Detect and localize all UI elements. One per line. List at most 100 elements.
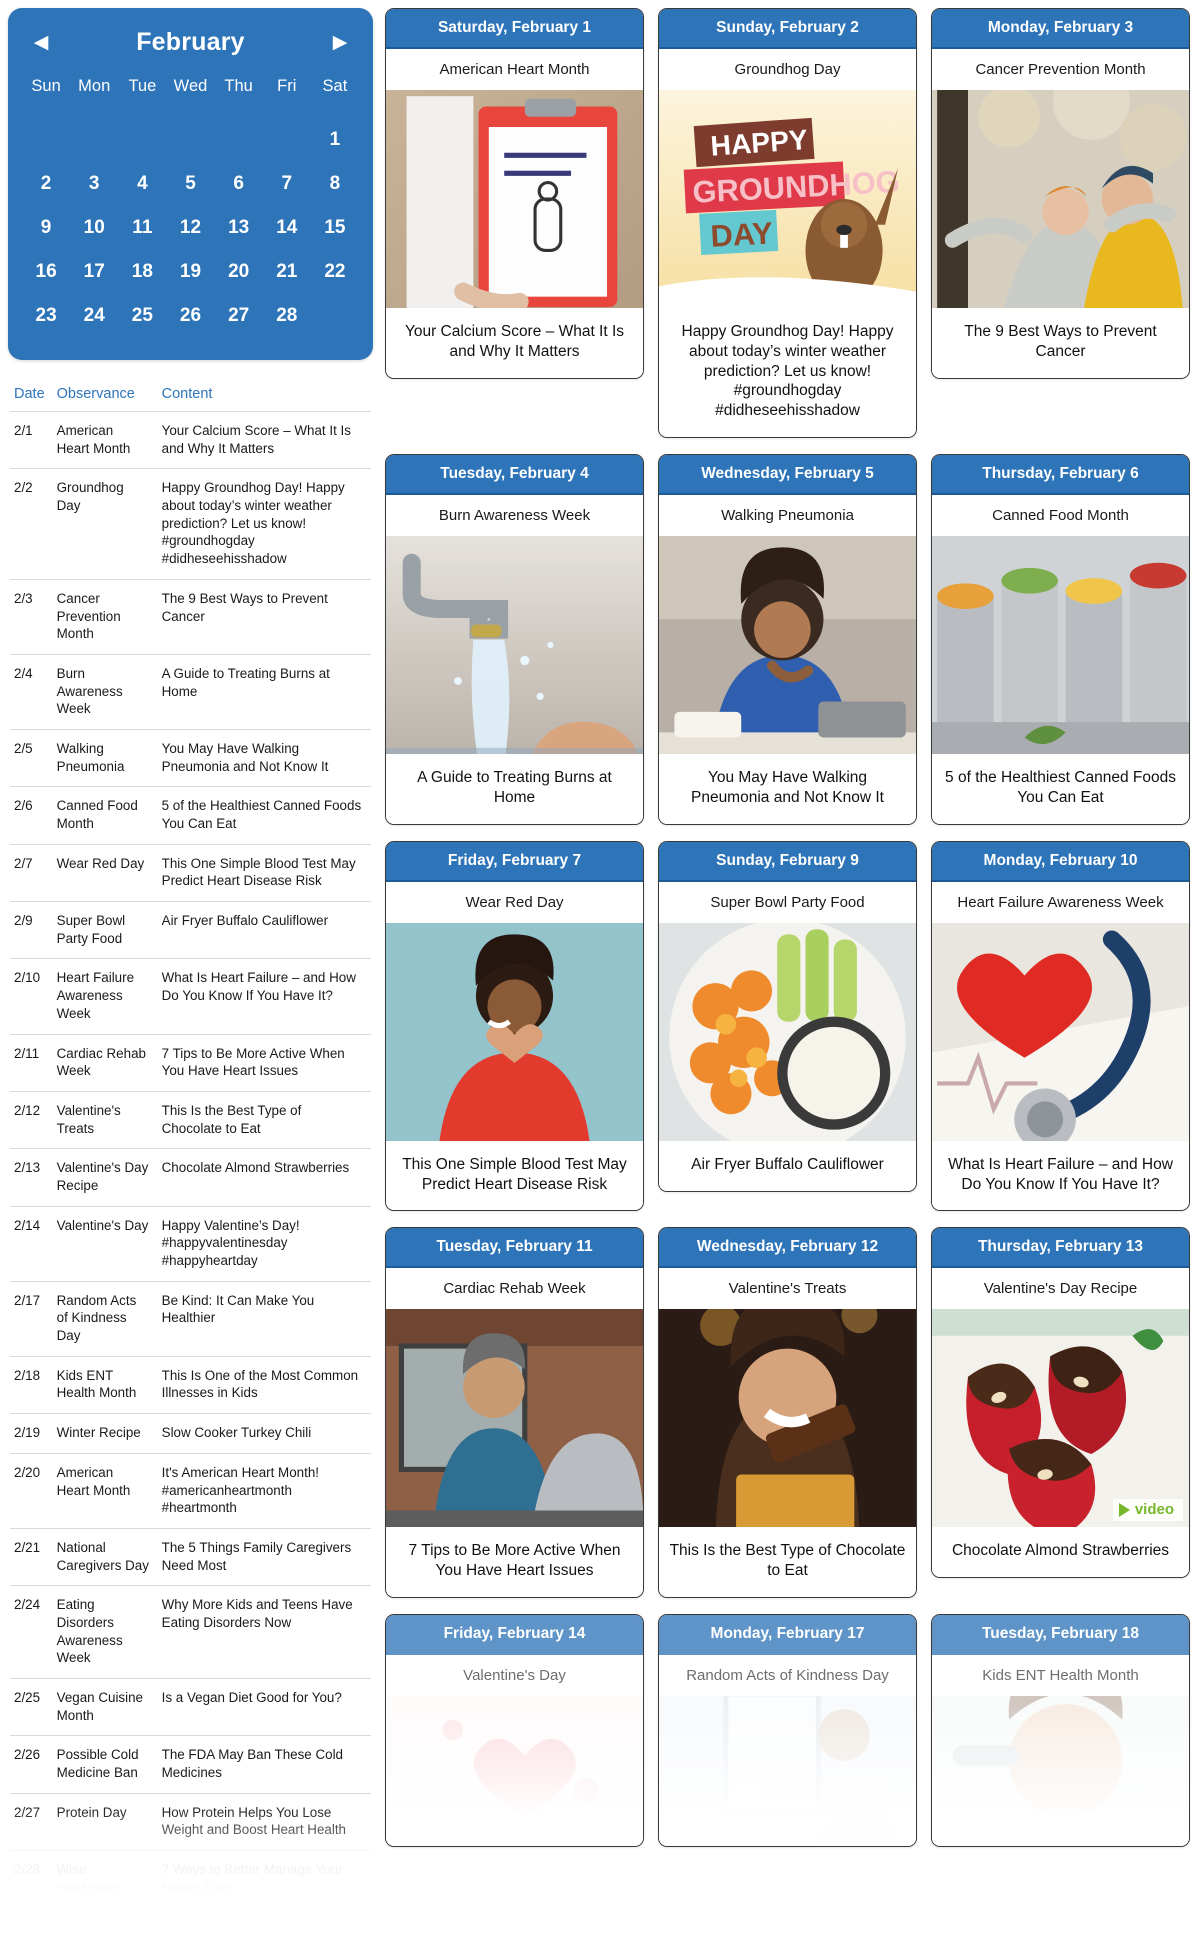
table-row[interactable]: 2/9 Super Bowl Party Food Air Fryer Buffal… bbox=[10, 901, 371, 959]
post-card[interactable]: Monday, February 3 Cancer Prevention Mont… bbox=[931, 8, 1190, 379]
calendar-day-19[interactable]: 19 bbox=[166, 250, 214, 294]
card-title: Happy Groundhog Day! Happy about today’s… bbox=[659, 308, 916, 438]
calendar-day-7[interactable]: 7 bbox=[263, 162, 311, 206]
table-row[interactable]: 2/27 Protein Day How Protein Helps You Los… bbox=[10, 1792, 371, 1851]
calendar-day-16[interactable]: 16 bbox=[22, 250, 70, 294]
table-row[interactable]: 2/17 Random Acts of Kindness Day Be Kind: … bbox=[10, 1280, 371, 1357]
card-date-header: Tuesday, February 4 bbox=[386, 455, 643, 496]
card-date-header: Friday, February 14 bbox=[386, 1615, 643, 1656]
post-card[interactable]: Friday, February 7 Wear Red Day This One S… bbox=[385, 840, 644, 1212]
table-cell-content: Your Calcium Score – What It Is and Why … bbox=[155, 410, 371, 469]
chevron-right-icon[interactable]: ▶ bbox=[329, 33, 351, 52]
table-cell-date: 2/6 bbox=[10, 786, 51, 845]
table-row[interactable]: 2/24 Eating Disorders Awareness Week Why M… bbox=[10, 1585, 371, 1679]
post-card[interactable]: Sunday, February 9 Super Bowl Party Food A… bbox=[658, 840, 917, 1192]
calendar-day-25[interactable]: 25 bbox=[118, 294, 166, 338]
card-image bbox=[386, 922, 643, 1141]
card-date-header: Monday, February 10 bbox=[932, 841, 1189, 882]
post-card[interactable]: Thursday, February 6 Canned Food Month 5 o… bbox=[931, 454, 1190, 825]
table-row[interactable]: 2/12 Valentine's Treats This Is the Best T… bbox=[10, 1090, 371, 1149]
post-card[interactable]: Thursday, February 13 Valentine's Day Rec… bbox=[931, 1227, 1190, 1579]
table-cell-date: 2/26 bbox=[10, 1735, 51, 1794]
card-title: The 9 Best Ways to Prevent Cancer bbox=[932, 308, 1189, 378]
calendar-blank-cell: . bbox=[166, 118, 214, 162]
table-row[interactable]: 2/2 Groundhog Day Happy Groundhog Day! Hap… bbox=[10, 468, 371, 580]
card-observance-label: American Heart Month bbox=[386, 49, 643, 90]
table-cell-content: This Is One of the Most Common Illnesses… bbox=[155, 1355, 371, 1414]
table-row[interactable]: 2/3 Cancer Prevention Month The 9 Best Way… bbox=[10, 578, 371, 655]
table-row[interactable]: 2/26 Possible Cold Medicine Ban The FDA Ma… bbox=[10, 1735, 371, 1794]
calendar-day-2[interactable]: 2 bbox=[22, 162, 70, 206]
calendar-day-14[interactable]: 14 bbox=[263, 206, 311, 250]
video-badge[interactable]: video bbox=[1112, 1499, 1183, 1522]
table-cell-observance: Eating Disorders Awareness Week bbox=[50, 1585, 156, 1679]
col-header-content: Content bbox=[161, 386, 213, 402]
calendar-day-6[interactable]: 6 bbox=[215, 162, 263, 206]
post-card[interactable]: Monday, February 10 Heart Failure Awarene… bbox=[931, 840, 1190, 1212]
table-cell-date: 2/13 bbox=[10, 1148, 51, 1207]
calendar-day-8[interactable]: 8 bbox=[311, 162, 359, 206]
calendar-dow-sun: Sun bbox=[31, 77, 61, 95]
post-card[interactable]: Wednesday, February 12 Valentine's Treats… bbox=[658, 1227, 917, 1599]
table-row[interactable]: 2/5 Walking Pneumonia You May Have Walking… bbox=[10, 728, 371, 787]
calendar-day-4[interactable]: 4 bbox=[118, 162, 166, 206]
table-row[interactable]: 2/21 National Caregivers Day The 5 Things … bbox=[10, 1527, 371, 1586]
table-row[interactable]: 2/19 Winter Recipe Slow Cooker Turkey Chil… bbox=[10, 1413, 371, 1454]
chevron-left-icon[interactable]: ◀ bbox=[30, 33, 52, 52]
calendar-day-3[interactable]: 3 bbox=[70, 162, 118, 206]
post-card[interactable]: Sunday, February 2 Groundhog Day HAPPY GROU… bbox=[658, 8, 917, 439]
post-card[interactable]: Tuesday, February 18 Kids ENT Health Mont… bbox=[931, 1614, 1190, 1848]
card-date-header: Thursday, February 13 bbox=[932, 1228, 1189, 1269]
post-card[interactable]: Monday, February 17 Random Acts of Kindne… bbox=[658, 1614, 917, 1848]
calendar-day-27[interactable]: 27 bbox=[215, 294, 263, 338]
observance-table: Date Observance Content 2/1 American Hear… bbox=[10, 386, 371, 1926]
calendar-day-24[interactable]: 24 bbox=[70, 294, 118, 338]
table-row[interactable]: 2/20 American Heart Month It's American He… bbox=[10, 1452, 371, 1529]
card-image bbox=[659, 1696, 916, 1847]
card-title: You May Have Walking Pneumonia and Not K… bbox=[659, 754, 916, 824]
card-date-header: Thursday, February 6 bbox=[932, 455, 1189, 496]
calendar-day-13[interactable]: 13 bbox=[215, 206, 263, 250]
table-row[interactable]: 2/18 Kids ENT Health Month This Is One of … bbox=[10, 1355, 371, 1414]
table-row[interactable]: 2/1 American Heart Month Your Calcium Scor… bbox=[10, 410, 371, 469]
calendar-day-12[interactable]: 12 bbox=[166, 206, 214, 250]
table-row[interactable]: 2/25 Vegan Cuisine Month Is a Vegan Diet G… bbox=[10, 1677, 371, 1736]
table-row[interactable]: 2/28 Wise Healthcare Consumer 7 Ways to Be… bbox=[10, 1850, 371, 1926]
table-row[interactable]: 2/4 Burn Awareness Week A Guide to Treatin… bbox=[10, 653, 371, 730]
calendar-day-20[interactable]: 20 bbox=[215, 250, 263, 294]
table-row[interactable]: 2/10 Heart Failure Awareness Week What Is … bbox=[10, 958, 371, 1034]
table-cell-content: How Protein Helps You Lose Weight and Bo… bbox=[155, 1792, 371, 1851]
table-row[interactable]: 2/14 Valentine's Day Happy Valentine’s Day… bbox=[10, 1205, 371, 1282]
table-row[interactable]: 2/7 Wear Red Day This One Simple Blood Tes… bbox=[10, 843, 371, 902]
calendar-day-21[interactable]: 21 bbox=[263, 250, 311, 294]
table-cell-date: 2/24 bbox=[10, 1585, 51, 1679]
post-card[interactable]: Wednesday, February 5 Walking Pneumonia Yo… bbox=[658, 454, 917, 825]
table-row[interactable]: 2/6 Canned Food Month 5 of the Healthiest … bbox=[10, 786, 371, 845]
table-row[interactable]: 2/11 Cardiac Rehab Week 7 Tips to Be More … bbox=[10, 1033, 371, 1092]
calendar-day-1[interactable]: 1 bbox=[311, 118, 359, 162]
table-cell-content: 5 of the Healthiest Canned Foods You Can… bbox=[155, 786, 371, 845]
calendar-day-10[interactable]: 10 bbox=[70, 206, 118, 250]
calendar-day-9[interactable]: 9 bbox=[22, 206, 70, 250]
calendar-day-17[interactable]: 17 bbox=[70, 250, 118, 294]
post-card[interactable]: Friday, February 14 Valentine's Day bbox=[385, 1614, 644, 1848]
calendar-day-28[interactable]: 28 bbox=[263, 294, 311, 338]
calendar-day-23[interactable]: 23 bbox=[22, 294, 70, 338]
calendar-dow-sat: Sat bbox=[322, 77, 348, 95]
table-cell-observance: Canned Food Month bbox=[50, 786, 156, 845]
table-row[interactable]: 2/13 Valentine's Day Recipe Chocolate Almo… bbox=[10, 1148, 371, 1207]
post-card[interactable]: Saturday, February 1 American Heart Month… bbox=[385, 8, 644, 379]
video-badge-label: video bbox=[1134, 1501, 1174, 1519]
calendar-day-22[interactable]: 22 bbox=[311, 250, 359, 294]
table-cell-observance: Heart Failure Awareness Week bbox=[50, 958, 156, 1034]
calendar-dow-fri: Fri bbox=[277, 77, 297, 95]
calendar-day-5[interactable]: 5 bbox=[166, 162, 214, 206]
calendar-day-26[interactable]: 26 bbox=[166, 294, 214, 338]
card-observance-label: Valentine's Day Recipe bbox=[932, 1268, 1189, 1310]
calendar-day-11[interactable]: 11 bbox=[118, 206, 166, 250]
calendar-day-15[interactable]: 15 bbox=[311, 206, 359, 250]
post-card[interactable]: Tuesday, February 11 Cardiac Rehab Week 7 … bbox=[385, 1227, 644, 1599]
calendar-blank-cell: . bbox=[263, 118, 311, 162]
post-card[interactable]: Tuesday, February 4 Burn Awareness Week A … bbox=[385, 454, 644, 825]
calendar-day-18[interactable]: 18 bbox=[118, 250, 166, 294]
